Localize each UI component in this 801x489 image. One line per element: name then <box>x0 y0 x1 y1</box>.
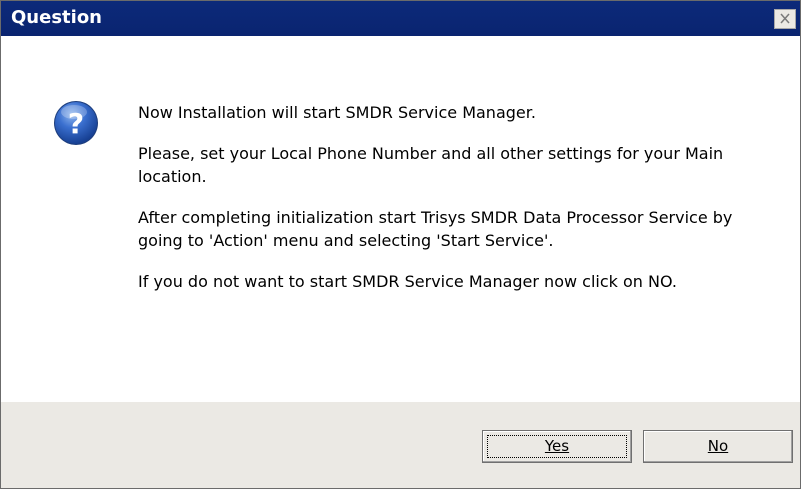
message-text: Now Installation will start SMDR Service… <box>138 101 778 311</box>
question-icon: ? <box>54 101 98 145</box>
dialog-body: ? Now Installation will start SMDR Servi… <box>1 37 800 402</box>
dialog-title: Question <box>11 7 102 28</box>
no-button[interactable]: No <box>643 430 793 463</box>
no-button-label: No <box>707 437 729 455</box>
close-icon <box>780 13 790 24</box>
message-line: Please, set your Local Phone Number and … <box>138 144 724 186</box>
question-dialog: Question ? Now Installation will start S… <box>0 0 801 489</box>
message-line: After completing initialization start Tr… <box>138 208 733 250</box>
close-button[interactable] <box>774 9 796 29</box>
message-line: If you do not want to start SMDR Service… <box>138 272 678 291</box>
button-bar: Yes No <box>1 402 800 488</box>
message-line: Now Installation will start SMDR Service… <box>138 103 536 122</box>
svg-text:?: ? <box>68 107 84 140</box>
yes-button[interactable]: Yes <box>482 430 632 463</box>
title-bar[interactable]: Question <box>1 1 800 36</box>
yes-button-label: Yes <box>544 437 570 455</box>
